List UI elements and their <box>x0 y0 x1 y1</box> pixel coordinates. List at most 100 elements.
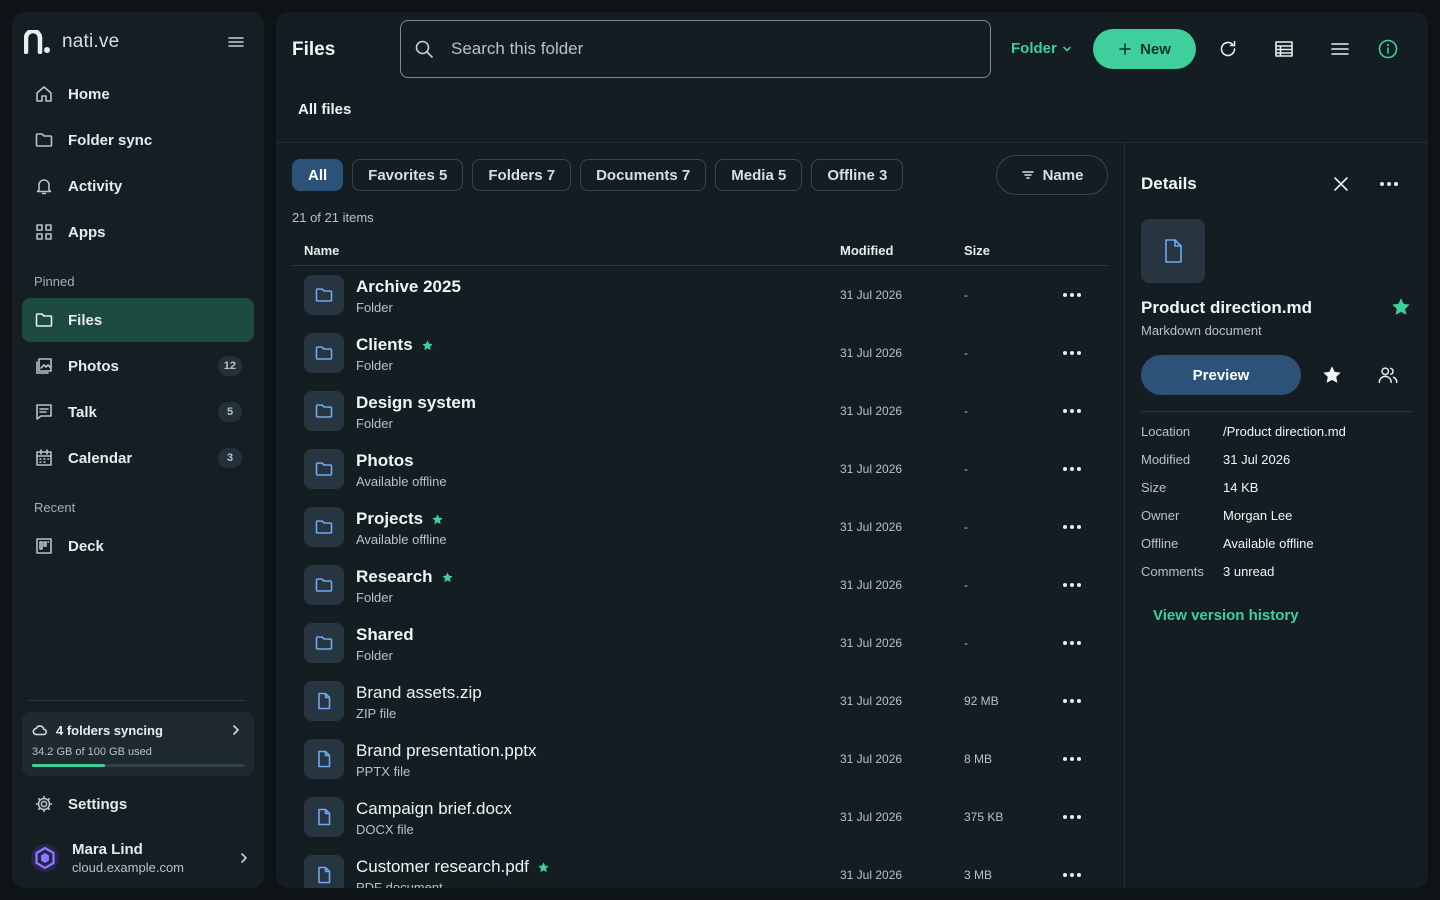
file-icon <box>318 808 331 826</box>
file-size: 92 MB <box>964 694 999 708</box>
nav-item-photos[interactable]: Photos 12 <box>22 344 254 388</box>
more-actions-icon[interactable] <box>1060 518 1084 536</box>
file-modified: 31 Jul 2026 <box>840 694 903 708</box>
nav-item-files[interactable]: Files <box>22 298 254 342</box>
main-nav: Home Folder sync Activity Apps <box>22 72 254 256</box>
file-name: Brand assets.zip <box>356 683 482 702</box>
nav-item-label: Folder sync <box>68 131 153 149</box>
filter-chip-media[interactable]: Media 5 <box>715 159 803 191</box>
search-icon <box>415 40 433 58</box>
nav-item-deck[interactable]: Deck <box>22 524 254 568</box>
storage-progress-fill <box>32 764 105 767</box>
item-count: 21 of 21 items <box>292 210 374 225</box>
search-input[interactable] <box>451 39 951 59</box>
nav-item-settings[interactable]: Settings <box>22 782 254 826</box>
table-row[interactable]: Design system Folder 31 Jul 2026 - <box>292 382 1108 440</box>
nav-item-talk[interactable]: Talk 5 <box>22 390 254 434</box>
gear-icon <box>35 795 53 813</box>
table-row[interactable]: Projects Available offline 31 Jul 2026 - <box>292 498 1108 556</box>
breadcrumb[interactable]: All files <box>298 101 351 118</box>
more-actions-icon[interactable] <box>1060 692 1084 710</box>
menu-icon[interactable] <box>226 34 246 50</box>
more-actions-icon[interactable] <box>1060 750 1084 768</box>
nav-item-label: Talk <box>68 403 97 421</box>
star-icon <box>432 513 443 524</box>
file-subtitle: Available offline <box>356 532 447 547</box>
version-history-link[interactable]: View version history <box>1153 607 1299 624</box>
table-row[interactable]: Brand presentation.pptx PPTX file 31 Jul 2… <box>292 730 1108 788</box>
table-row[interactable]: Customer research.pdf PDF document 31 Jul … <box>292 846 1108 888</box>
list-view-icon[interactable] <box>1329 38 1351 60</box>
filter-chip-folders[interactable]: Folders 7 <box>472 159 572 191</box>
table-row[interactable]: Archive 2025 Folder 31 Jul 2026 - <box>292 266 1108 324</box>
user-host: cloud.example.com <box>72 860 184 875</box>
more-icon[interactable] <box>1377 175 1401 193</box>
scope-dropdown[interactable]: Folder <box>1011 40 1073 57</box>
filter-chip-offline[interactable]: Offline 3 <box>811 159 904 191</box>
share-people-icon[interactable] <box>1377 364 1399 386</box>
close-icon[interactable] <box>1331 174 1351 194</box>
nav-item-folder-sync[interactable]: Folder sync <box>22 118 254 162</box>
more-actions-icon[interactable] <box>1060 286 1084 304</box>
sync-status-row: 4 folders syncing <box>32 722 244 738</box>
table-row[interactable]: Shared Folder 31 Jul 2026 - <box>292 614 1108 672</box>
preview-button[interactable]: Preview <box>1141 355 1301 395</box>
filter-chip-all[interactable]: All <box>292 159 344 191</box>
file-thumbnail <box>304 681 344 721</box>
filter-chip-documents[interactable]: Documents 7 <box>580 159 707 191</box>
brand[interactable]: nati.ve <box>24 30 119 54</box>
more-actions-icon[interactable] <box>1060 344 1084 362</box>
column-header-name[interactable]: Name <box>304 243 339 258</box>
more-actions-icon[interactable] <box>1060 576 1084 594</box>
nav-item-activity[interactable]: Activity <box>22 164 254 208</box>
favorite-icon[interactable] <box>1321 364 1343 386</box>
property-key: Location <box>1141 424 1191 439</box>
bell-icon <box>36 179 52 195</box>
chevron-right-icon <box>233 725 239 735</box>
table-view-icon[interactable] <box>1273 38 1295 60</box>
property-value: Available offline <box>1223 536 1314 551</box>
nav-item-calendar[interactable]: Calendar 3 <box>22 436 254 480</box>
nav-item-label: Apps <box>68 223 106 241</box>
property-key: Modified <box>1141 452 1191 467</box>
folder-icon <box>315 288 333 302</box>
more-actions-icon[interactable] <box>1060 402 1084 420</box>
more-actions-icon[interactable] <box>1060 634 1084 652</box>
column-header-size[interactable]: Size <box>964 243 990 258</box>
sort-button[interactable]: Name <box>996 155 1108 195</box>
file-name-cell: Projects <box>356 509 444 529</box>
nav-item-label: Activity <box>68 177 123 195</box>
nav-item-home[interactable]: Home <box>22 72 254 116</box>
table-row[interactable]: Campaign brief.docx DOCX file 31 Jul 2026 3… <box>292 788 1108 846</box>
user-account[interactable]: Mara Lind cloud.example.com <box>30 836 252 880</box>
folder-icon <box>315 578 333 592</box>
filter-chip-favorites[interactable]: Favorites 5 <box>352 159 464 191</box>
property-value: /Product direction.md <box>1223 424 1346 439</box>
file-thumbnail <box>304 739 344 779</box>
sort-label: Name <box>1042 166 1084 184</box>
more-actions-icon[interactable] <box>1060 866 1084 884</box>
file-size: 375 KB <box>964 810 1004 824</box>
table-row[interactable]: Research Folder 31 Jul 2026 - <box>292 556 1108 614</box>
table-row[interactable]: Clients Folder 31 Jul 2026 - <box>292 324 1108 382</box>
refresh-icon[interactable] <box>1217 38 1239 60</box>
column-header-modified[interactable]: Modified <box>840 243 893 258</box>
new-button[interactable]: New <box>1093 29 1196 69</box>
property-offline: Offline Available offline <box>1141 536 1411 564</box>
file-name-cell: Customer research.pdf <box>356 857 550 877</box>
folder-thumbnail <box>304 507 344 547</box>
info-icon[interactable] <box>1377 38 1399 60</box>
more-actions-icon[interactable] <box>1060 808 1084 826</box>
table-row[interactable]: Photos Available offline 31 Jul 2026 - <box>292 440 1108 498</box>
nav-item-apps[interactable]: Apps <box>22 210 254 254</box>
sync-status-card[interactable]: 4 folders syncing 34.2 GB of 100 GB used <box>22 712 254 776</box>
table-row[interactable]: Brand assets.zip ZIP file 31 Jul 2026 92 MB <box>292 672 1108 730</box>
user-name: Mara Lind <box>72 841 143 858</box>
more-actions-icon[interactable] <box>1060 460 1084 478</box>
nav-item-label: Photos <box>68 357 119 375</box>
search-box[interactable] <box>400 20 991 78</box>
file-size: 8 MB <box>964 752 993 766</box>
file-name-cell: Shared <box>356 625 414 645</box>
file-thumbnail <box>304 797 344 837</box>
star-icon[interactable] <box>1390 296 1412 318</box>
